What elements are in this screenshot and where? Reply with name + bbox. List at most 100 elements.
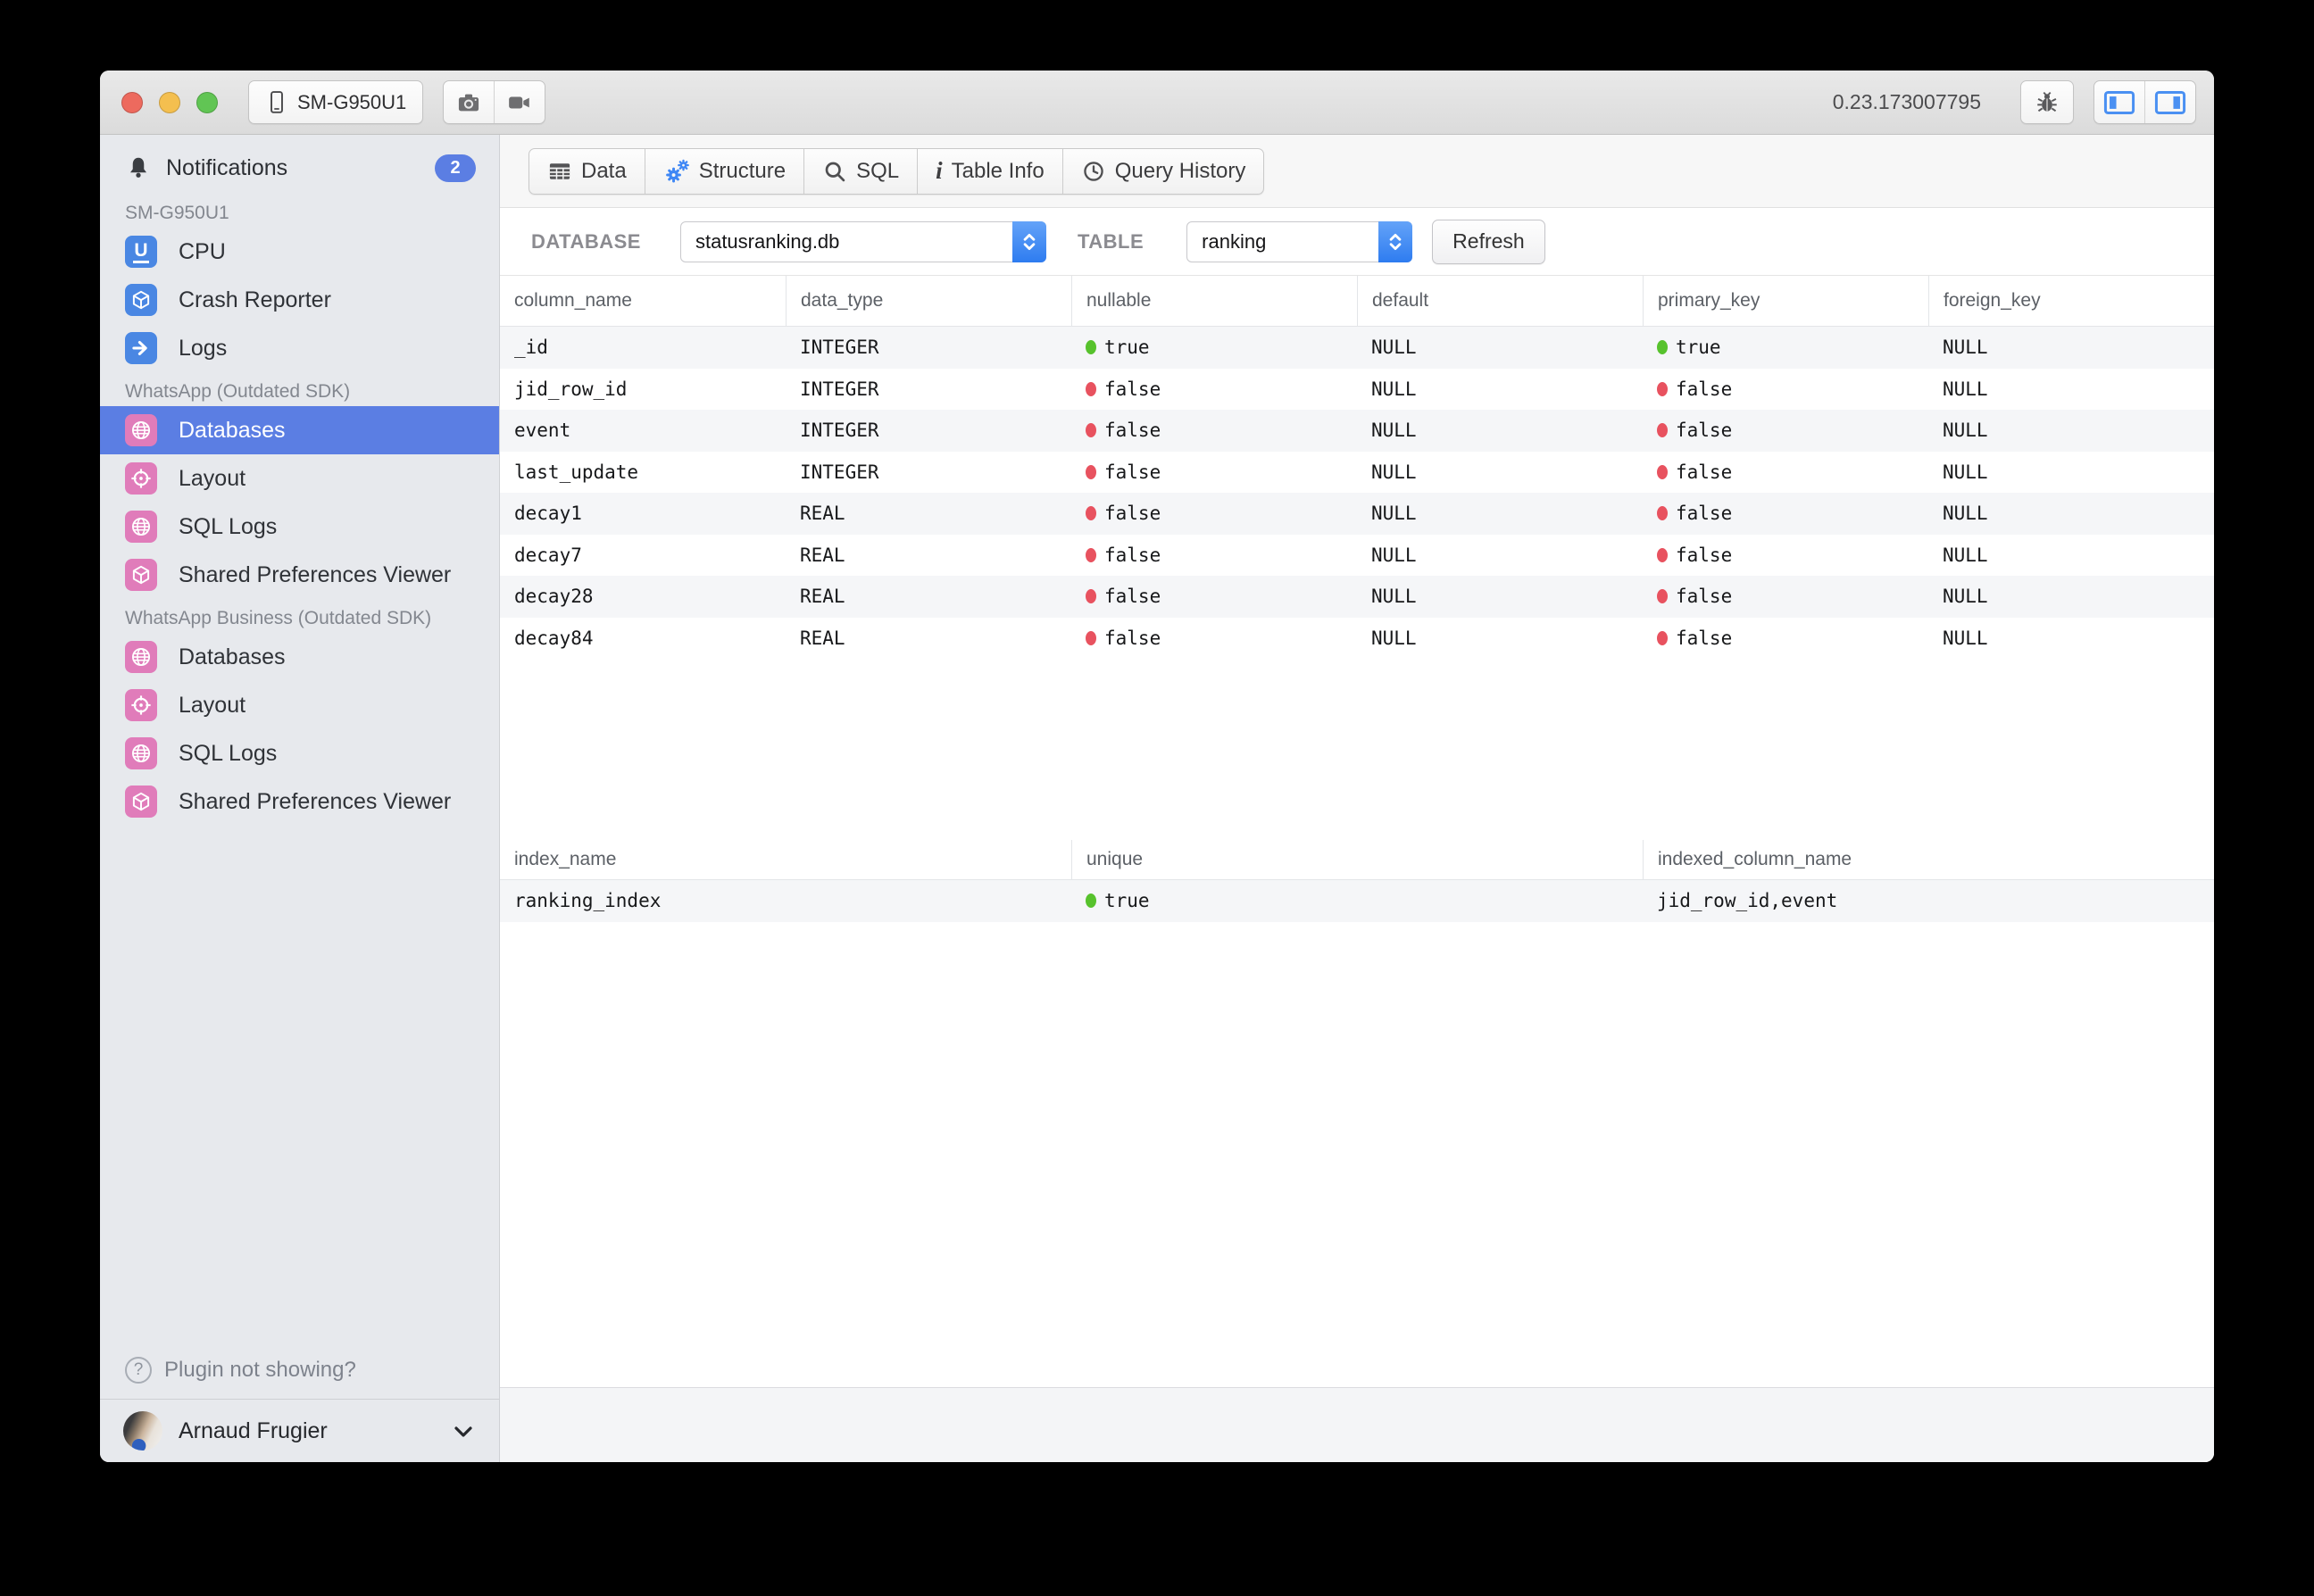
- table-cell: decay1: [500, 493, 786, 535]
- table-row[interactable]: jid_row_idINTEGERfalseNULLfalseNULL: [500, 369, 2214, 411]
- column-header: primary_key: [1643, 276, 1928, 326]
- search-icon: [822, 159, 847, 184]
- table-cell: false: [1071, 535, 1357, 577]
- screenshot-button[interactable]: [444, 81, 494, 123]
- table-cell: NULL: [1357, 452, 1643, 494]
- table-row[interactable]: decay84REALfalseNULLfalseNULL: [500, 618, 2214, 660]
- table-cell: INTEGER: [786, 452, 1071, 494]
- table-row[interactable]: ranking_indextruejid_row_id,event: [500, 880, 2214, 922]
- sidebar-item-databases[interactable]: Databases: [100, 406, 499, 454]
- structure-content: column_name data_type nullable default p…: [500, 276, 2214, 1387]
- table-cell: false: [1643, 493, 1928, 535]
- target-icon: [125, 462, 157, 495]
- true-dot-icon: [1086, 894, 1096, 908]
- table-cell: NULL: [1357, 535, 1643, 577]
- device-selector-button[interactable]: SM-G950U1: [248, 80, 423, 124]
- history-clock-icon: [1081, 159, 1106, 184]
- table-cell: true: [1643, 327, 1928, 369]
- table-row[interactable]: decay7REALfalseNULLfalseNULL: [500, 535, 2214, 577]
- indexes-table-header: index_name unique indexed_column_name: [500, 840, 2214, 880]
- sidebar-item-shared-preferences-business[interactable]: Shared Preferences Viewer: [100, 777, 499, 826]
- false-dot-icon: [1086, 589, 1096, 603]
- table-row[interactable]: decay1REALfalseNULLfalseNULL: [500, 493, 2214, 535]
- column-header: foreign_key: [1928, 276, 2214, 326]
- table-row[interactable]: last_updateINTEGERfalseNULLfalseNULL: [500, 452, 2214, 494]
- database-label: DATABASE: [531, 230, 641, 254]
- question-icon: ?: [125, 1357, 152, 1384]
- fullscreen-window-button[interactable]: [196, 92, 218, 113]
- toggle-right-panel-button[interactable]: [2144, 81, 2195, 123]
- table-icon: [547, 160, 572, 183]
- bug-report-button[interactable]: [2020, 80, 2074, 124]
- sidebar-section-whatsapp-business: WhatsApp Business (Outdated SDK): [100, 604, 499, 633]
- notifications-count-badge: 2: [435, 154, 476, 182]
- table-row[interactable]: decay28REALfalseNULLfalseNULL: [500, 576, 2214, 618]
- view-tabs: Data: [529, 148, 1264, 195]
- sidebar-item-crash-reporter[interactable]: Crash Reporter: [100, 276, 499, 324]
- tab-query-history[interactable]: Query History: [1062, 149, 1264, 194]
- table-cell: false: [1071, 410, 1357, 452]
- sidebar-item-layout-business[interactable]: Layout: [100, 681, 499, 729]
- sidebar-item-shared-preferences[interactable]: Shared Preferences Viewer: [100, 551, 499, 599]
- sidebar-item-layout[interactable]: Layout: [100, 454, 499, 503]
- column-header: index_name: [500, 840, 1071, 879]
- table-cell: _id: [500, 327, 786, 369]
- column-header: column_name: [500, 276, 786, 326]
- table-cell: false: [1071, 493, 1357, 535]
- sidebar-item-cpu[interactable]: U CPU: [100, 228, 499, 276]
- false-dot-icon: [1657, 465, 1668, 479]
- table-cell: NULL: [1357, 369, 1643, 411]
- column-header: default: [1357, 276, 1643, 326]
- traffic-lights: [121, 92, 218, 113]
- table-cell: true: [1071, 880, 1643, 922]
- sidebar-section-whatsapp: WhatsApp (Outdated SDK): [100, 378, 499, 406]
- minimize-window-button[interactable]: [159, 92, 180, 113]
- false-dot-icon: [1086, 423, 1096, 437]
- close-window-button[interactable]: [121, 92, 143, 113]
- sidebar-item-databases-business[interactable]: Databases: [100, 633, 499, 681]
- false-dot-icon: [1086, 465, 1096, 479]
- sidebar-item-notifications[interactable]: Notifications 2: [100, 142, 499, 194]
- tab-structure[interactable]: Structure: [645, 149, 803, 194]
- table-cell: false: [1643, 452, 1928, 494]
- toggle-left-panel-button[interactable]: [2094, 81, 2144, 123]
- sidebar-item-sql-logs-business[interactable]: SQL Logs: [100, 729, 499, 777]
- user-menu[interactable]: Arnaud Frugier: [100, 1400, 499, 1462]
- tab-data[interactable]: Data: [529, 149, 645, 194]
- flipper-window: SM-G950U1 0.23.173007795: [100, 71, 2214, 1462]
- columns-table-body: _idINTEGERtrueNULLtrueNULLjid_row_idINTE…: [500, 327, 2214, 659]
- tab-table-info[interactable]: i Table Info: [917, 149, 1062, 194]
- query-controls-bar: DATABASE statusranking.db TABLE ranking …: [500, 208, 2214, 276]
- column-header: unique: [1071, 840, 1643, 879]
- column-header: nullable: [1071, 276, 1357, 326]
- bell-icon: [125, 154, 152, 181]
- table-select[interactable]: ranking: [1186, 221, 1412, 262]
- cpu-icon: U: [125, 236, 157, 268]
- table-cell: REAL: [786, 535, 1071, 577]
- tab-sql[interactable]: SQL: [803, 149, 917, 194]
- plugin-not-showing-link[interactable]: ? Plugin not showing?: [100, 1342, 499, 1399]
- column-header: indexed_column_name: [1643, 840, 2214, 879]
- false-dot-icon: [1086, 506, 1096, 520]
- select-stepper-icon: [1012, 221, 1046, 262]
- globe-icon: [125, 414, 157, 446]
- database-select[interactable]: statusranking.db: [680, 221, 1046, 262]
- table-cell: NULL: [1928, 618, 2214, 660]
- table-row[interactable]: eventINTEGERfalseNULLfalseNULL: [500, 410, 2214, 452]
- table-cell: false: [1071, 618, 1357, 660]
- table-cell: false: [1071, 369, 1357, 411]
- table-cell: event: [500, 410, 786, 452]
- table-cell: REAL: [786, 493, 1071, 535]
- info-icon: i: [936, 159, 943, 183]
- refresh-button[interactable]: Refresh: [1432, 220, 1545, 264]
- sidebar-item-logs[interactable]: Logs: [100, 324, 499, 372]
- table-cell: NULL: [1357, 410, 1643, 452]
- true-dot-icon: [1657, 340, 1668, 354]
- screen-record-icon-button[interactable]: [494, 81, 545, 123]
- camera-icon: [456, 91, 481, 114]
- table-cell: ranking_index: [500, 880, 1071, 922]
- table-row[interactable]: _idINTEGERtrueNULLtrueNULL: [500, 327, 2214, 369]
- false-dot-icon: [1657, 382, 1668, 396]
- sidebar-item-sql-logs[interactable]: SQL Logs: [100, 503, 499, 551]
- table-cell: jid_row_id: [500, 369, 786, 411]
